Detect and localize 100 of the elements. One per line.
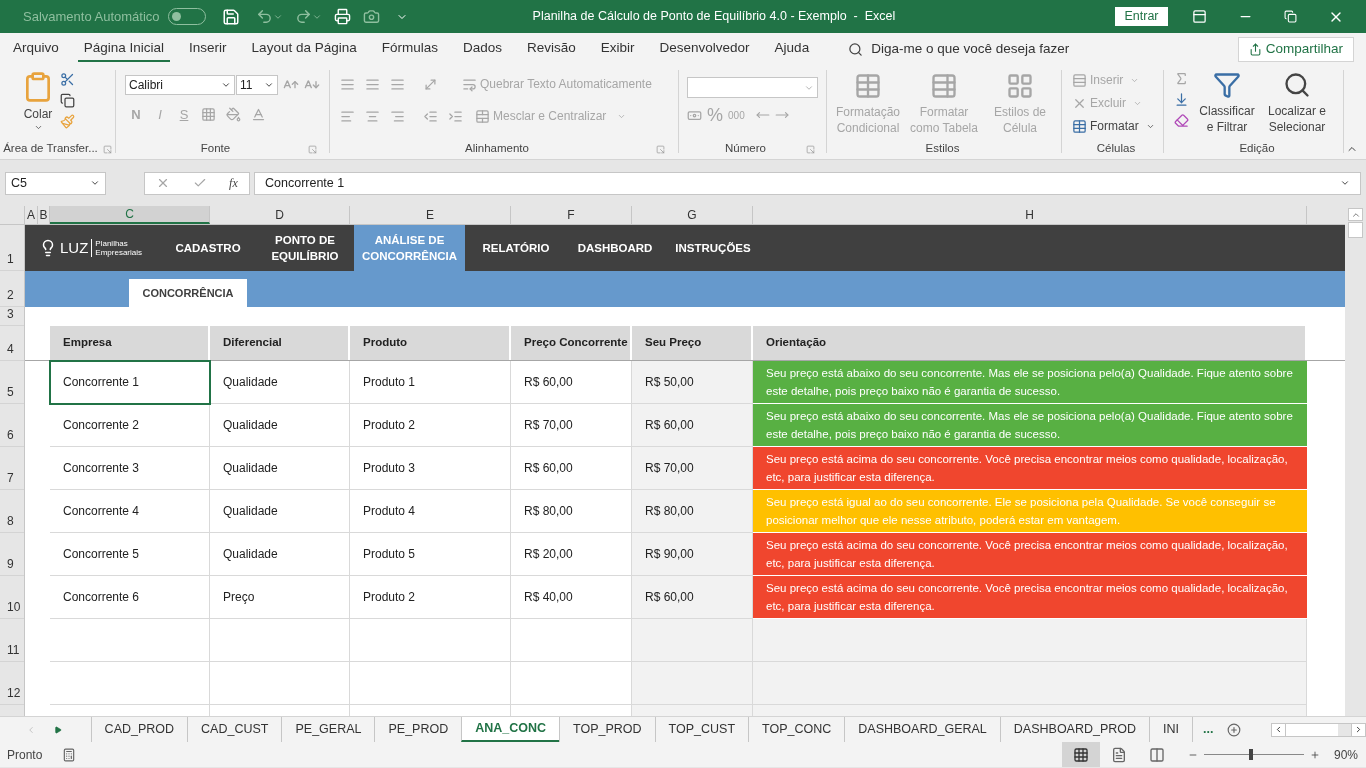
expand-icon[interactable] [1340, 178, 1350, 188]
column-header[interactable]: D [210, 206, 350, 224]
align-right-icon[interactable] [390, 108, 405, 124]
tell-me-field[interactable]: Diga-me o que você deseja fazer [871, 39, 1132, 60]
table-cell: Preço [210, 576, 350, 619]
nav-tab[interactable]: CADASTRO [160, 225, 256, 271]
row-header[interactable]: 7 [0, 447, 24, 490]
restore-icon[interactable] [1284, 10, 1297, 23]
name-box[interactable]: C5 [5, 171, 106, 195]
insert-function-button[interactable]: fx [229, 174, 238, 192]
next-sheet-icon[interactable] [54, 725, 62, 734]
undo-icon[interactable] [255, 8, 273, 25]
ribbon-tab[interactable]: Página Inicial [77, 37, 171, 62]
ribbon-tab[interactable]: Inserir [183, 37, 233, 62]
share-button[interactable]: Compartilhar [1237, 37, 1354, 62]
column-header[interactable]: G [632, 206, 753, 224]
autosave-label: Salvamento Automático [23, 7, 160, 26]
redo-icon[interactable] [294, 8, 312, 25]
zoom-slider-thumb[interactable] [1248, 749, 1253, 760]
row-header[interactable]: 2 [0, 271, 24, 307]
column-header[interactable]: F [511, 206, 632, 224]
ribbon-tab[interactable]: Arquivo [7, 37, 65, 62]
nav-tab[interactable]: DASHBOARD [567, 225, 663, 271]
window-title: Planilha de Cálculo de Ponto de Equilíbrio 4.0 - Exemplo - Excel [532, 8, 896, 26]
editing-button[interactable]: Classificar e Filtrar [1195, 71, 1259, 135]
ribbon-tab[interactable]: Revisão [521, 37, 582, 62]
row-header[interactable]: 5 [0, 361, 24, 404]
column-header[interactable]: A [25, 206, 38, 224]
nav-tab[interactable]: PONTO DE EQUILÍBRIO [256, 225, 354, 271]
print-preview-icon[interactable] [333, 8, 351, 25]
section-tab[interactable]: CONCORRÊNCIA [129, 279, 247, 307]
column-header[interactable]: C [50, 206, 210, 224]
row-header[interactable]: 4 [0, 326, 24, 361]
align-left-icon[interactable] [340, 108, 355, 124]
ribbon-tab[interactable]: Fórmulas [375, 37, 444, 62]
dialog-launcher-icon[interactable] [103, 144, 112, 154]
formula-field[interactable]: Concorrente 1 [254, 171, 1361, 195]
table-cell: Concorrente 4 [50, 490, 210, 533]
align-top-icon[interactable] [340, 76, 355, 92]
font-name-field[interactable]: Calibri [125, 75, 235, 95]
add-sheet-icon[interactable] [1227, 721, 1242, 738]
number-format-field[interactable] [687, 77, 818, 98]
page-break-icon[interactable] [1148, 746, 1165, 763]
row-header[interactable]: 11 [0, 619, 24, 662]
nav-tab[interactable]: INSTRUÇÕES [663, 225, 763, 271]
row-header[interactable]: 12 [0, 662, 24, 705]
sheet-tab[interactable]: ANA_CONC [461, 717, 560, 742]
scroll-thumb[interactable] [1286, 723, 1339, 736]
normal-view-icon[interactable] [1072, 746, 1089, 763]
sign-in-button[interactable]: Entrar [1115, 7, 1168, 26]
autosum-icon[interactable] [1174, 71, 1189, 86]
dialog-launcher-icon[interactable] [308, 144, 317, 154]
previous-sheet-icon[interactable] [26, 724, 36, 735]
nav-tab[interactable]: RELATÓRIO [465, 225, 567, 271]
column-header[interactable]: E [350, 206, 511, 224]
scroll-thumb[interactable] [1348, 222, 1363, 238]
camera-icon[interactable] [362, 8, 380, 25]
copy-icon[interactable] [60, 93, 75, 108]
zoom-in-icon[interactable] [1309, 749, 1320, 760]
row-header[interactable]: 9 [0, 533, 24, 576]
decrease-indent-icon[interactable] [423, 108, 438, 124]
table-cell: R$ 60,00 [632, 404, 753, 447]
ribbon-tab[interactable]: Layout da Página [245, 37, 363, 62]
ribbon-tab[interactable]: Exibir [594, 37, 641, 62]
table-cell: R$ 60,00 [511, 361, 632, 404]
editing-button[interactable]: Localizar e Selecionar [1265, 71, 1329, 135]
align-middle-icon[interactable] [365, 76, 380, 92]
eraser-icon[interactable] [1174, 113, 1189, 128]
cut-icon[interactable] [60, 72, 75, 87]
zoom-reading[interactable]: 90% [1333, 745, 1358, 764]
font-color-icon[interactable] [251, 107, 266, 123]
fill-icon[interactable] [1174, 92, 1189, 107]
dialog-launcher-icon[interactable] [806, 144, 815, 154]
align-center-icon[interactable] [365, 108, 380, 124]
borders-icon[interactable] [201, 107, 216, 123]
ribbon-tab[interactable]: Ajuda [768, 37, 816, 62]
row-header[interactable]: 6 [0, 404, 24, 447]
increase-indent-icon[interactable] [448, 108, 463, 124]
dialog-launcher-icon[interactable] [656, 144, 665, 154]
scroll-right-icon[interactable] [1354, 725, 1363, 734]
ribbon-display-icon[interactable] [1192, 9, 1207, 24]
save-icon[interactable] [221, 7, 240, 26]
cells-button[interactable]: Formatar [1072, 117, 1163, 135]
page-layout-icon[interactable] [1110, 746, 1127, 763]
row-header[interactable]: 3 [0, 307, 24, 326]
fill-color-icon[interactable] [226, 107, 241, 123]
paste-button[interactable]: Colar [22, 71, 54, 132]
row-header[interactable]: 1 [0, 225, 24, 271]
horizontal-scrollbar[interactable] [1271, 722, 1366, 737]
group-label: Estilos [925, 141, 960, 157]
format-painter-icon[interactable] [60, 114, 75, 129]
ribbon-tab[interactable]: Desenvolvedor [653, 37, 756, 62]
align-bottom-icon[interactable] [390, 76, 405, 92]
enter-icon[interactable] [192, 176, 207, 190]
column-header[interactable]: H [753, 206, 1307, 224]
row-header[interactable]: 8 [0, 490, 24, 533]
row-header[interactable]: 10 [0, 576, 24, 619]
font-size-field[interactable]: 11 [236, 75, 278, 95]
ribbon-tab[interactable]: Dados [456, 37, 508, 62]
logo-text: LUZ [60, 237, 89, 258]
